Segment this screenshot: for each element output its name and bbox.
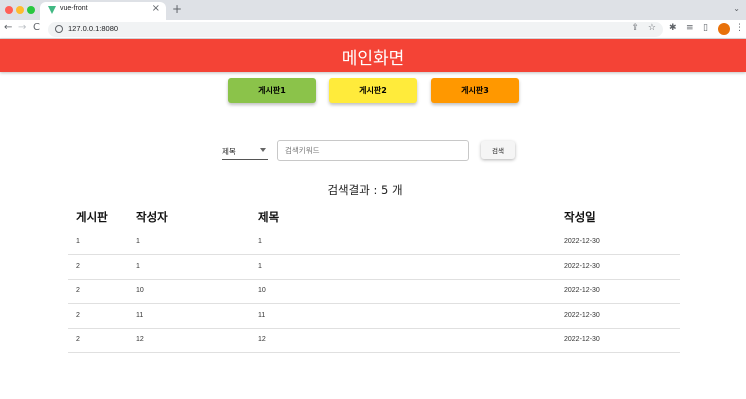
cell-author: 1	[136, 263, 140, 270]
cell-title: 11	[258, 312, 266, 319]
cell-author: 11	[136, 312, 144, 319]
tab-title: vue-front	[60, 5, 88, 12]
cell-date: 2022-12-30	[564, 336, 600, 343]
reading-list-icon[interactable]: ≡	[686, 23, 694, 33]
cell-author: 1	[136, 238, 140, 245]
profile-avatar[interactable]	[718, 23, 730, 35]
search-field-value: 제목	[222, 147, 236, 156]
window-zoom-button[interactable]	[27, 6, 35, 14]
app-header: 메인화면	[0, 39, 746, 72]
cell-date: 2022-12-30	[564, 312, 600, 319]
new-tab-button[interactable]: +	[172, 2, 182, 16]
side-panel-icon[interactable]: ▯	[703, 23, 708, 33]
browser-tab[interactable]: vue-front ×	[40, 2, 166, 20]
browser-menu-icon[interactable]: ⋮	[735, 23, 744, 33]
share-icon[interactable]: ⇪	[631, 23, 639, 33]
vue-favicon-icon	[48, 6, 56, 14]
extensions-icon[interactable]: ✱	[669, 23, 677, 33]
table-row[interactable]: 2 12 12 2022-12-30	[68, 328, 680, 353]
table-row[interactable]: 2 1 1 2022-12-30	[68, 255, 680, 280]
dropdown-arrow-icon	[260, 148, 266, 152]
tab-close-icon[interactable]: ×	[152, 3, 160, 14]
board-2-button[interactable]: 게시판2	[329, 78, 417, 103]
site-info-icon[interactable]	[55, 25, 63, 33]
search-result-count: 검색결과 : 5 개	[327, 183, 403, 197]
board-1-button[interactable]: 게시판1	[228, 78, 316, 103]
cell-date: 2022-12-30	[564, 263, 600, 270]
cell-author: 10	[136, 287, 144, 294]
bookmark-star-icon[interactable]: ☆	[648, 23, 656, 33]
cell-board: 2	[76, 336, 80, 343]
browser-tabstrip: vue-front × + ⌄	[0, 0, 746, 20]
forward-icon[interactable]: →	[18, 22, 26, 33]
page-title: 메인화면	[341, 49, 405, 69]
column-header-date: 작성일	[564, 210, 596, 224]
cell-board: 1	[76, 238, 80, 245]
cell-date: 2022-12-30	[564, 238, 600, 245]
table-row[interactable]: 1 1 1 2022-12-30	[68, 230, 680, 255]
cell-title: 10	[258, 287, 266, 294]
board-3-button[interactable]: 게시판3	[431, 78, 519, 103]
tab-search-icon[interactable]: ⌄	[733, 4, 740, 13]
cell-author: 12	[136, 336, 144, 343]
cell-board: 2	[76, 312, 80, 319]
cell-date: 2022-12-30	[564, 287, 600, 294]
column-header-board: 게시판	[76, 210, 108, 224]
window-minimize-button[interactable]	[16, 6, 24, 14]
table-row[interactable]: 2 10 10 2022-12-30	[68, 279, 680, 304]
browser-toolbar: ← → C 127.0.0.1:8080 ⇪ ☆ ✱ ≡ ▯ ⋮	[0, 20, 746, 39]
url-text[interactable]: 127.0.0.1:8080	[68, 24, 118, 33]
window-close-button[interactable]	[5, 6, 13, 14]
column-header-title: 제목	[258, 210, 280, 224]
search-field-select[interactable]: 제목	[222, 143, 268, 160]
cell-title: 12	[258, 336, 266, 343]
cell-title: 1	[258, 263, 262, 270]
cell-title: 1	[258, 238, 262, 245]
cell-board: 2	[76, 287, 80, 294]
search-input[interactable]	[277, 140, 469, 161]
cell-board: 2	[76, 263, 80, 270]
back-icon[interactable]: ←	[4, 22, 12, 33]
reload-icon[interactable]: C	[33, 22, 40, 33]
column-header-author: 작성자	[136, 210, 168, 224]
address-bar[interactable]: 127.0.0.1:8080 ⇪ ☆	[48, 22, 663, 37]
search-button[interactable]: 검색	[481, 141, 515, 159]
table-row[interactable]: 2 11 11 2022-12-30	[68, 304, 680, 329]
